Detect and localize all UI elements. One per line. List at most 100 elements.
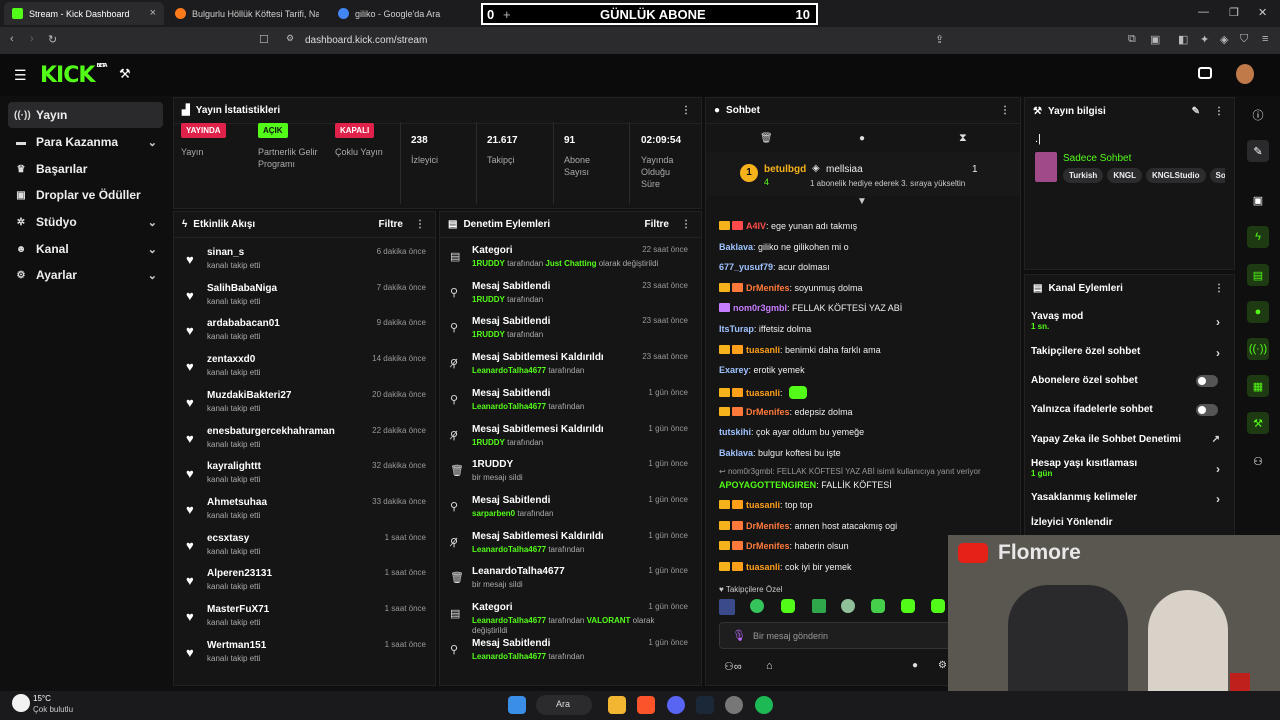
wrench-icon[interactable]: ⚒ <box>1247 412 1269 434</box>
community-icon[interactable]: ⚇ <box>1247 450 1269 472</box>
moderation-row[interactable]: ⚲ Mesaj Sabitlendi 1RUDDY tarafından 23 … <box>440 313 698 349</box>
channel-action-row[interactable]: Takipçilere özel sohbet › <box>1031 346 1226 360</box>
tab-google-search[interactable]: giliko - Google'da Ara <box>330 2 475 25</box>
wrench-icon[interactable]: ⚒ <box>119 66 131 82</box>
follower-name[interactable]: zentaxxd0 <box>207 354 255 365</box>
tag-chip[interactable]: KNGL <box>1107 168 1142 183</box>
community-icon[interactable]: ⚇∞ <box>724 660 742 673</box>
gear-icon[interactable]: ⚙ <box>938 660 947 671</box>
tag-chip[interactable]: Turkish <box>1063 168 1104 183</box>
leo-icon[interactable]: ✦ <box>1200 33 1209 46</box>
moderation-row[interactable]: ⚲ Mesaj Sabitlendi sarparben0 tarafından… <box>440 492 698 528</box>
follower-name[interactable]: enesbaturgercekhahraman <box>207 426 335 437</box>
chat-username[interactable]: ItsTurap <box>719 324 754 334</box>
chat-settings-icon[interactable]: ● <box>912 660 918 671</box>
chat-message[interactable]: tuasanli: <box>719 386 808 399</box>
chat-username[interactable]: 677_yusuf79 <box>719 262 773 272</box>
more-icon[interactable]: ⋮ <box>415 219 425 230</box>
follower-name[interactable]: SalihBabaNiga <box>207 283 277 294</box>
follower-name[interactable]: ecsxtasy <box>207 533 249 544</box>
share-icon[interactable]: ⇪ <box>935 33 944 46</box>
more-icon[interactable]: ⋮ <box>681 219 691 230</box>
activity-row[interactable]: ♥ enesbaturgercekhahraman kanalı takip e… <box>174 421 432 457</box>
spotify-icon[interactable] <box>755 696 773 714</box>
moderation-row[interactable]: 🗑 LeanardoTalha4677 bir mesajı sildi 1 g… <box>440 563 698 599</box>
chat-username[interactable]: APOYAGOTTENGIREN <box>719 480 816 490</box>
follower-name[interactable]: ardababacan01 <box>207 318 280 329</box>
emote-icon[interactable] <box>841 599 855 613</box>
emote-icon[interactable] <box>750 599 764 613</box>
sidebar-item-basarilar[interactable]: ♛ Başarılar <box>8 156 163 182</box>
chevron-down-icon[interactable]: ▼ <box>857 196 867 207</box>
kick-logo[interactable]: KICK BETA <box>40 63 108 88</box>
extensions-icon[interactable]: ⧉ <box>1128 33 1136 46</box>
chat-username[interactable]: DrMenifes <box>746 283 790 293</box>
activity-row[interactable]: ♥ MuzdakiBakteri27 kanalı takip etti 20 … <box>174 385 432 421</box>
chat-username[interactable]: Baklava <box>719 448 753 458</box>
brave-icon[interactable] <box>637 696 655 714</box>
activity-row[interactable]: ♥ Alperen23131 kanalı takip etti 1 saat … <box>174 563 432 599</box>
gift-target[interactable]: mellsiaa <box>826 164 863 175</box>
moderation-row[interactable]: 🗑 1RUDDY bir mesajı sildi 1 gün önce <box>440 456 698 492</box>
tag-chip[interactable]: KNGLStudio <box>1145 168 1206 183</box>
vpn-icon[interactable]: ◈ <box>1220 33 1228 46</box>
emote-icon[interactable] <box>931 599 945 613</box>
chat-message[interactable]: tuasanli: cok iyi bir yemek <box>719 562 852 572</box>
channel-action-row[interactable]: Abonelere özel sohbet <box>1031 375 1226 387</box>
chat-message[interactable]: Baklava: giliko ne gilikohen mi o <box>719 242 849 252</box>
chat-username[interactable]: tutskihi <box>719 427 751 437</box>
microphone-icon[interactable]: 🎙 <box>732 629 746 642</box>
follower-name[interactable]: Ahmetsuhaa <box>207 497 267 508</box>
more-icon[interactable]: ⋮ <box>1000 105 1010 116</box>
chat-message[interactable]: DrMenifes: haberin olsun <box>719 541 849 551</box>
discord-icon[interactable] <box>667 696 685 714</box>
activity-row[interactable]: ♥ MasterFuX71 kanalı takip etti 1 saat ö… <box>174 599 432 635</box>
chat-message[interactable]: Baklava: bulgur koftesi bu işte <box>719 448 841 458</box>
chat-icon[interactable]: ● <box>859 133 865 144</box>
moderation-row[interactable]: ⚲ Mesaj Sabitlendi 1RUDDY tarafından 23 … <box>440 278 698 314</box>
moderation-row[interactable]: ⚲ Mesaj Sabitlendi LeanardoTalha4677 tar… <box>440 385 698 421</box>
channel-action-row[interactable]: Yapay Zeka ile Sohbet Denetimi ↗ <box>1031 434 1226 445</box>
avatar[interactable] <box>1236 64 1254 84</box>
more-icon[interactable]: ⋮ <box>681 105 691 116</box>
chat-username[interactable]: tuasanli <box>746 562 780 572</box>
chat-icon[interactable]: ● <box>1247 301 1269 323</box>
category-name[interactable]: Sadece Sohbet <box>1063 153 1131 164</box>
tag-chip[interactable]: So <box>1209 168 1225 183</box>
steam-icon[interactable] <box>696 696 714 714</box>
activity-row[interactable]: ♥ Ahmetsuhaa kanalı takip etti 33 dakika… <box>174 492 432 528</box>
emote-icon[interactable] <box>871 599 885 613</box>
sidebar-item-studyo[interactable]: ✲ Stüdyo ⌄ <box>8 209 163 235</box>
activity-row[interactable]: ♥ kayralighttt kanalı takip etti 32 daki… <box>174 456 432 492</box>
reload-icon[interactable]: ↻ <box>48 33 57 46</box>
tab-stream-dashboard[interactable]: Stream - Kick Dashboard × <box>4 2 164 25</box>
emote-icon[interactable] <box>901 599 915 613</box>
sidebar-item-para-kazanma[interactable]: ▬ Para Kazanma ⌄ <box>8 129 163 155</box>
follower-name[interactable]: kayralighttt <box>207 461 261 472</box>
url-text[interactable]: dashboard.kick.com/stream <box>305 35 427 46</box>
chat-username[interactable]: nom0r3gmbl <box>733 303 787 313</box>
moderation-row[interactable]: ⚲ Mesaj Sabitlendi LeanardoTalha4677 tar… <box>440 635 698 671</box>
chat-message[interactable]: ItsTurap: iffetsiz dolma <box>719 324 811 334</box>
chat-message[interactable]: tutskihi: çok ayar oldum bu yemeğe <box>719 427 864 437</box>
activity-row[interactable]: ♥ SalihBabaNiga kanalı takip etti 7 daki… <box>174 278 432 314</box>
broadcast-icon[interactable]: ((·)) <box>1247 338 1269 360</box>
gift-user[interactable]: betulbgd <box>764 164 806 175</box>
store-icon[interactable]: ⌂ <box>766 660 773 672</box>
chat-username[interactable]: tuasanli <box>746 500 780 510</box>
follower-name[interactable]: MasterFuX71 <box>207 604 269 615</box>
activity-row[interactable]: ♥ zentaxxd0 kanalı takip etti 14 dakika … <box>174 349 432 385</box>
activity-row[interactable]: ♥ ardababacan01 kanalı takip etti 9 daki… <box>174 313 432 349</box>
chat-username[interactable]: DrMenifes <box>746 521 790 531</box>
wallet-icon[interactable]: ▣ <box>1150 33 1160 46</box>
bookmark-icon[interactable]: ☐ <box>259 33 269 46</box>
emote-icon[interactable] <box>781 599 795 613</box>
channel-action-row[interactable]: Hesap yaşı kısıtlaması 1 gün › <box>1031 458 1226 478</box>
toggle-switch[interactable] <box>1196 375 1218 387</box>
sidebar-toggle-icon[interactable]: ◧ <box>1178 33 1188 46</box>
external-link-icon[interactable]: ↗ <box>1212 434 1220 445</box>
chevron-right-icon[interactable]: › <box>1216 462 1220 476</box>
more-icon[interactable]: ⋮ <box>1214 283 1224 294</box>
follower-name[interactable]: Wertman151 <box>207 640 266 651</box>
sidebar-item-ayarlar[interactable]: ⚙ Ayarlar ⌄ <box>8 262 163 288</box>
